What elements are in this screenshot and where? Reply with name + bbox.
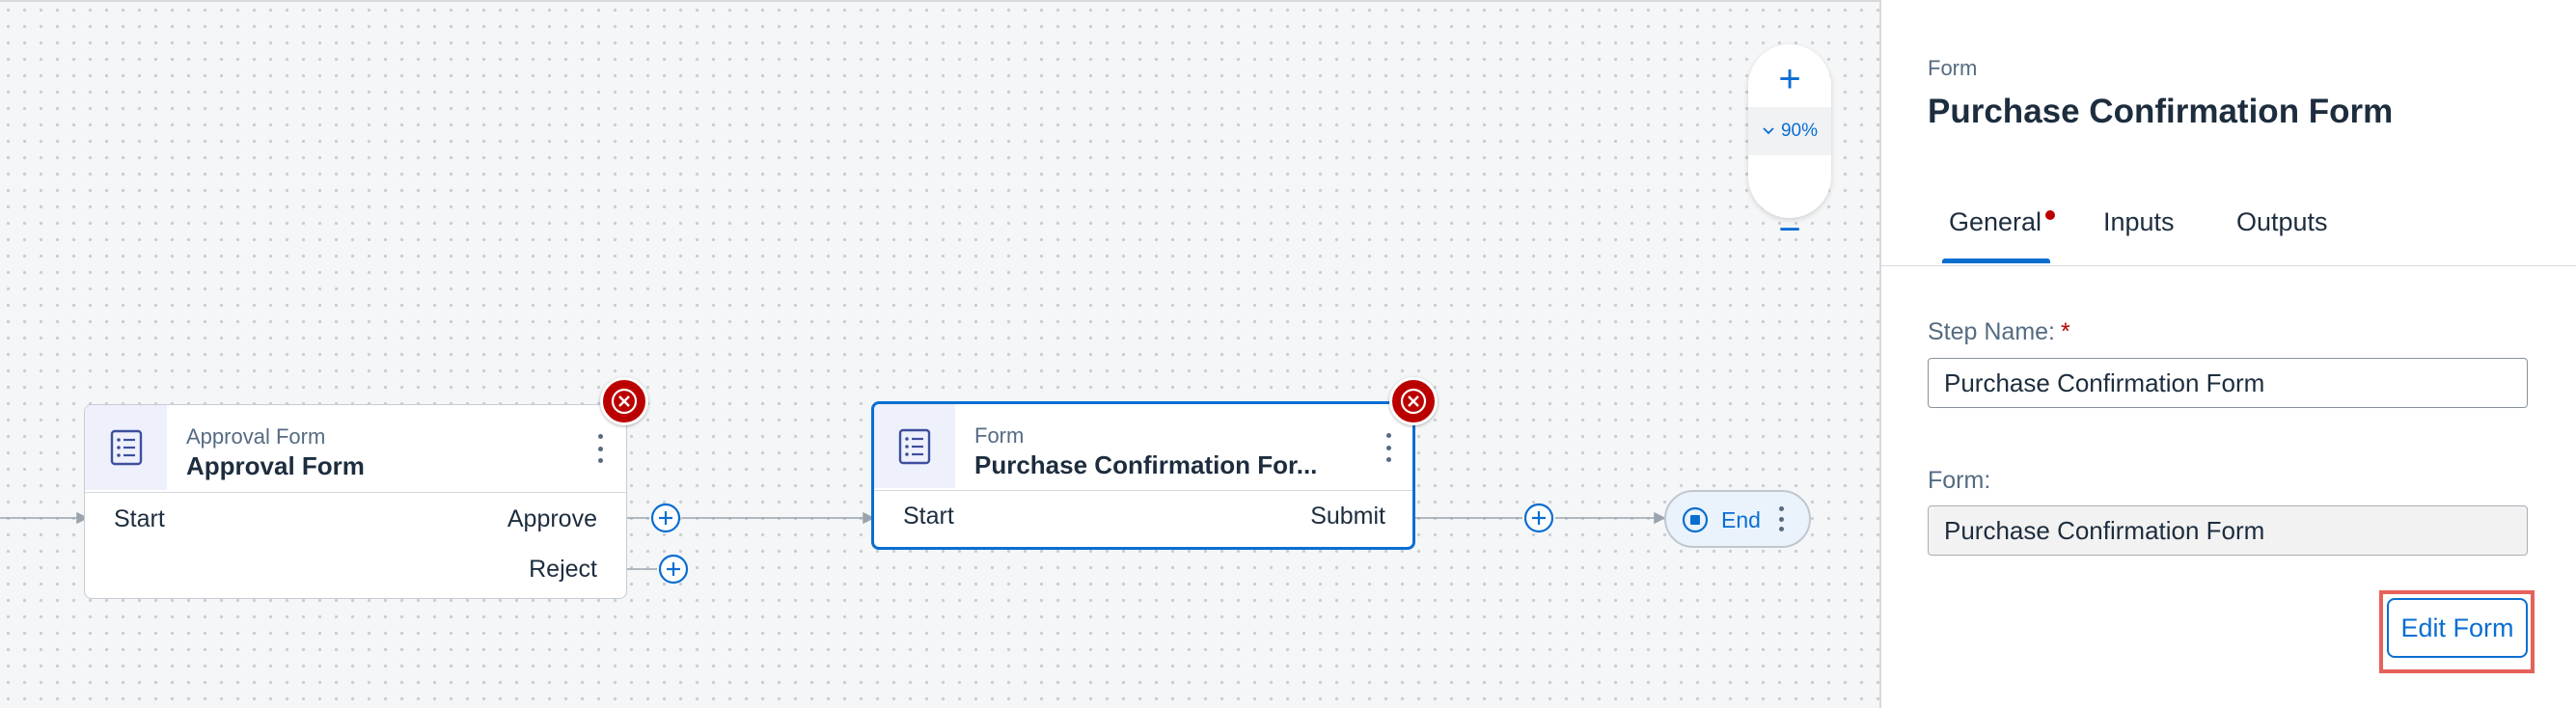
panel-title: Purchase Confirmation Form [1928, 93, 2394, 130]
output-port-reject: Reject [529, 556, 597, 583]
add-step-icon[interactable] [657, 553, 690, 585]
error-icon[interactable] [600, 377, 648, 425]
node-header: Approval Form Approval Form [85, 405, 626, 493]
error-indicator-dot [2045, 210, 2055, 220]
add-step-icon[interactable] [649, 502, 682, 534]
output-port-submit: Submit [1310, 503, 1385, 530]
node-purchase-confirmation-form[interactable]: Form Purchase Confirmation For... Start … [871, 401, 1415, 550]
form-icon [85, 405, 167, 490]
zoom-in-button[interactable]: + [1748, 54, 1831, 104]
form-label: Form: [1928, 467, 1991, 494]
input-port-start: Start [903, 503, 954, 530]
workflow-canvas[interactable]: + 90% − Approval Form Approval Form Star… [0, 0, 1879, 708]
zoom-out-button-glyph[interactable]: − [1748, 204, 1831, 255]
node-menu-icon[interactable] [595, 434, 605, 463]
form-icon [874, 404, 955, 488]
zoom-level-value: 90% [1780, 121, 1819, 141]
active-tab-indicator [1942, 259, 2050, 263]
node-end[interactable]: End [1664, 490, 1811, 548]
input-port-start: Start [114, 505, 165, 532]
node-approval-form[interactable]: Approval Form Approval Form Start Approv… [84, 404, 627, 599]
output-port-approve: Approve [507, 505, 597, 532]
stop-icon [1682, 506, 1709, 533]
node-title: Purchase Confirmation For... [974, 450, 1318, 479]
connectors [0, 511, 1666, 570]
tab-outputs[interactable]: Outputs [2236, 207, 2328, 237]
chevron-down-icon [1763, 127, 1774, 135]
step-name-input[interactable] [1928, 358, 2528, 408]
end-label: End [1721, 507, 1761, 532]
zoom-level-dropdown[interactable]: 90% [1748, 107, 1831, 155]
tab-inputs[interactable]: Inputs [2103, 207, 2175, 237]
node-type-label: Approval Form [186, 424, 326, 449]
form-field[interactable] [1928, 505, 2528, 556]
panel-subtitle: Form [1928, 56, 1978, 80]
node-header: Form Purchase Confirmation For... [874, 404, 1412, 491]
properties-panel: Form Purchase Confirmation Form General … [1879, 0, 2576, 708]
tab-general[interactable]: General [1949, 207, 2042, 237]
node-type-label: Form [974, 423, 1025, 448]
node-title: Approval Form [186, 451, 365, 480]
edit-form-button[interactable]: Edit Form [2387, 598, 2528, 658]
node-menu-icon[interactable] [1776, 506, 1786, 531]
zoom-control: + 90% − [1748, 44, 1831, 251]
add-step-icon[interactable] [1522, 502, 1555, 534]
node-menu-icon[interactable] [1384, 433, 1393, 462]
panel-tabs: General Inputs Outputs [1881, 188, 2576, 266]
required-marker: * [2061, 318, 2070, 345]
step-name-label: Step Name: * [1928, 318, 2070, 345]
error-icon[interactable] [1389, 377, 1438, 425]
